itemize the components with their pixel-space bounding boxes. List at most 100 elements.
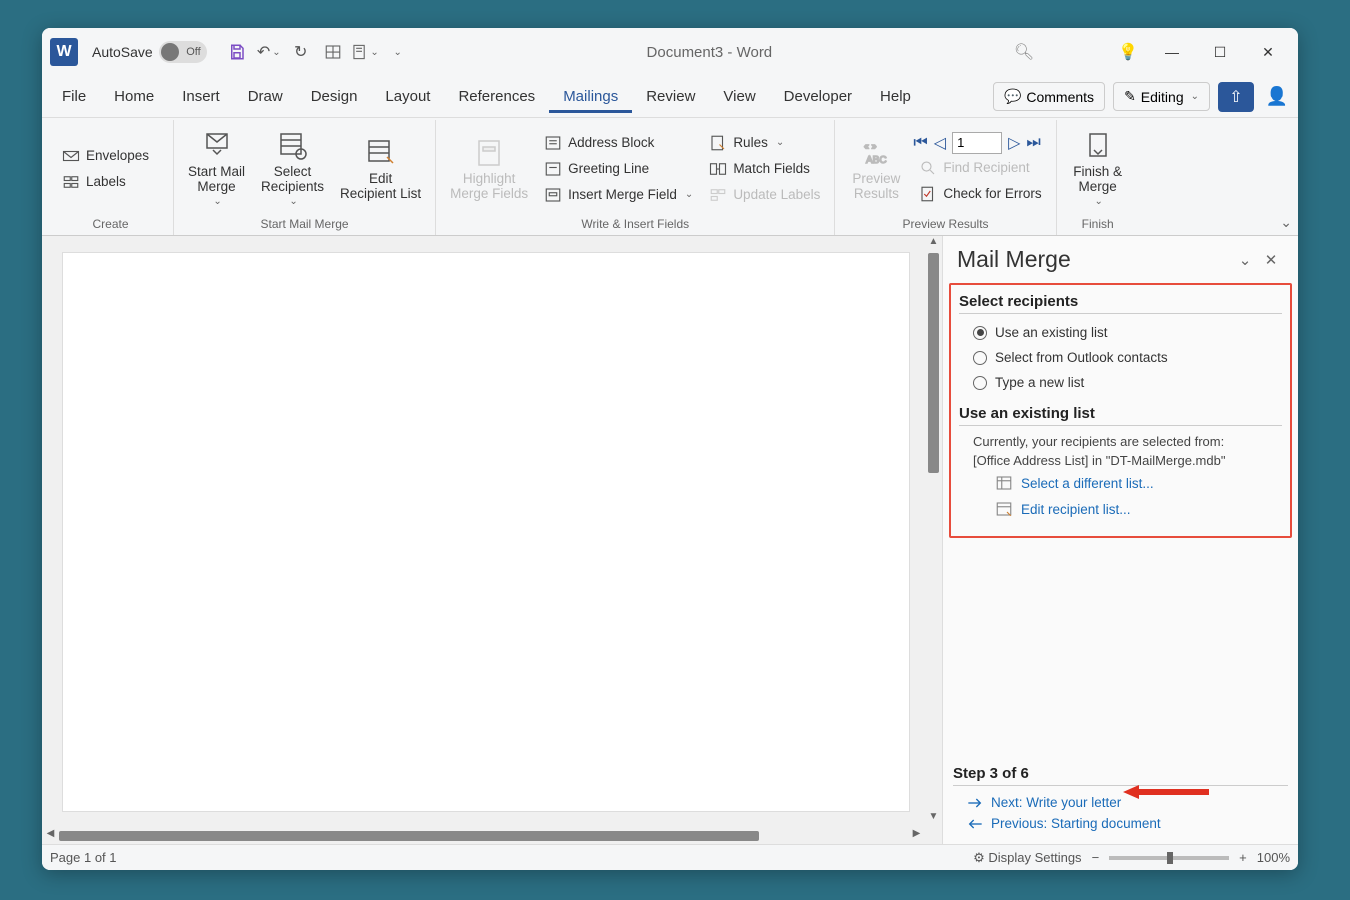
help-lightbulb-icon[interactable]: 💡 xyxy=(1112,36,1144,68)
taskpane-title: Mail Merge xyxy=(957,246,1232,273)
scroll-thumb[interactable] xyxy=(928,253,939,473)
radio-icon xyxy=(973,326,987,340)
tab-developer[interactable]: Developer xyxy=(770,80,866,113)
taskpane-close-icon[interactable]: ✕ xyxy=(1258,247,1284,273)
step-label: Step 3 of 6 xyxy=(953,765,1288,786)
address-block-button[interactable]: Address Block xyxy=(538,131,699,155)
scroll-left-icon[interactable]: ◀ xyxy=(42,828,59,844)
radio-use-existing-list[interactable]: Use an existing list xyxy=(959,320,1282,345)
radio-icon xyxy=(973,376,987,390)
greeting-line-button[interactable]: Greeting Line xyxy=(538,157,699,181)
tab-draw[interactable]: Draw xyxy=(234,80,297,113)
ribbon: Envelopes Labels Create Start Mail Merge… xyxy=(42,118,1298,236)
group-label-start: Start Mail Merge xyxy=(182,215,427,233)
paragraph-icon[interactable]: ⌄ xyxy=(351,38,379,66)
quick-access-toolbar: ↶⌄ ↻ ⌄ ⌄ xyxy=(223,38,411,66)
labels-button[interactable]: Labels xyxy=(56,170,155,194)
minimize-button[interactable]: — xyxy=(1150,36,1194,68)
tab-review[interactable]: Review xyxy=(632,80,709,113)
annotation-arrow-icon xyxy=(1123,783,1209,801)
zoom-slider[interactable] xyxy=(1109,856,1229,860)
envelopes-button[interactable]: Envelopes xyxy=(56,144,155,168)
tab-home[interactable]: Home xyxy=(100,80,168,113)
link-next-step[interactable]: Next: Write your letter xyxy=(953,792,1288,813)
qat-customize-icon[interactable]: ⌄ xyxy=(383,38,411,66)
radio-outlook-contacts[interactable]: Select from Outlook contacts xyxy=(959,345,1282,370)
search-icon[interactable]: 🔍︎ xyxy=(1008,36,1040,68)
page-status[interactable]: Page 1 of 1 xyxy=(50,850,117,865)
autosave-label: AutoSave xyxy=(92,44,153,60)
radio-icon xyxy=(973,351,987,365)
tab-insert[interactable]: Insert xyxy=(168,80,234,113)
zoom-level[interactable]: 100% xyxy=(1257,850,1290,865)
select-recipients-button[interactable]: Select Recipients⌄ xyxy=(255,128,330,209)
taskpane-dropdown-icon[interactable]: ⌄ xyxy=(1232,247,1258,273)
last-record-icon[interactable]: ⏭ xyxy=(1026,134,1040,152)
ribbon-tabs: File Home Insert Draw Design Layout Refe… xyxy=(42,76,1298,118)
statusbar: Page 1 of 1 ⚙ Display Settings − + 100% xyxy=(42,844,1298,870)
start-mail-merge-button[interactable]: Start Mail Merge⌄ xyxy=(182,128,251,209)
next-record-icon[interactable]: ▷ xyxy=(1008,133,1020,153)
tab-view[interactable]: View xyxy=(709,80,769,113)
update-labels-button: Update Labels xyxy=(703,183,826,207)
record-number-field[interactable] xyxy=(952,132,1002,154)
display-settings-button[interactable]: ⚙ Display Settings xyxy=(973,850,1082,866)
editing-mode-button[interactable]: ✎ Editing ⌄ xyxy=(1113,82,1210,111)
annotation-highlight-box: Select recipients Use an existing list S… xyxy=(949,283,1292,538)
titlebar: W AutoSave Off ↶⌄ ↻ ⌄ ⌄ Document3 - Word… xyxy=(42,28,1298,76)
scroll-up-icon[interactable]: ▲ xyxy=(925,236,942,253)
find-recipient-button[interactable]: Find Recipient xyxy=(913,156,1047,180)
group-label-write: Write & Insert Fields xyxy=(444,215,826,233)
info-list-name: [Office Address List] in "DT-MailMerge.m… xyxy=(959,451,1282,470)
section-use-existing-list: Use an existing list xyxy=(959,405,1282,426)
zoom-out-button[interactable]: − xyxy=(1092,850,1100,865)
app-window: W AutoSave Off ↶⌄ ↻ ⌄ ⌄ Document3 - Word… xyxy=(42,28,1298,870)
svg-text:ABC: ABC xyxy=(866,155,887,166)
tab-help[interactable]: Help xyxy=(866,80,925,113)
maximize-button[interactable]: ☐ xyxy=(1198,36,1242,68)
tab-design[interactable]: Design xyxy=(297,80,372,113)
prev-record-icon[interactable]: ◁ xyxy=(934,133,946,153)
finish-merge-button[interactable]: Finish & Merge⌄ xyxy=(1065,128,1131,209)
check-for-errors-button[interactable]: Check for Errors xyxy=(913,182,1047,206)
link-select-different-list[interactable]: Select a different list... xyxy=(959,470,1282,496)
table-icon[interactable] xyxy=(319,38,347,66)
mail-merge-task-pane: Mail Merge ⌄ ✕ Select recipients Use an … xyxy=(942,236,1298,844)
document-page[interactable] xyxy=(62,252,910,812)
toggle-switch[interactable]: Off xyxy=(159,41,207,63)
share-button[interactable]: ⇧ xyxy=(1218,82,1254,112)
link-previous-step[interactable]: Previous: Starting document xyxy=(953,813,1288,834)
tab-references[interactable]: References xyxy=(444,80,549,113)
group-label-create: Create xyxy=(56,215,165,233)
scroll-thumb-h[interactable] xyxy=(59,831,759,841)
link-edit-recipient-list[interactable]: Edit recipient list... xyxy=(959,496,1282,522)
document-title: Document3 - Word xyxy=(417,44,1002,61)
zoom-in-button[interactable]: + xyxy=(1239,850,1247,865)
redo-icon[interactable]: ↻ xyxy=(287,38,315,66)
group-label-preview: Preview Results xyxy=(843,215,1047,233)
document-area: ▲ ▼ ◀ ▶ xyxy=(42,236,942,844)
svg-text:« »: « » xyxy=(864,141,877,151)
autosave-toggle[interactable]: AutoSave Off xyxy=(92,41,207,63)
undo-icon[interactable]: ↶⌄ xyxy=(255,38,283,66)
first-record-icon[interactable]: ⏮ xyxy=(913,134,927,152)
comments-button[interactable]: 💬 Comments xyxy=(993,82,1105,111)
edit-recipient-list-button[interactable]: Edit Recipient List xyxy=(334,135,427,203)
insert-merge-field-button[interactable]: Insert Merge Field⌄ xyxy=(538,183,699,207)
tab-layout[interactable]: Layout xyxy=(371,80,444,113)
collapse-ribbon-icon[interactable]: ⌄ xyxy=(1280,214,1292,231)
preview-results-button[interactable]: « »ABC Preview Results xyxy=(843,135,909,203)
horizontal-scrollbar[interactable]: ◀ ▶ xyxy=(42,828,925,844)
tab-mailings[interactable]: Mailings xyxy=(549,80,632,113)
scroll-right-icon[interactable]: ▶ xyxy=(908,828,925,844)
close-button[interactable]: ✕ xyxy=(1246,36,1290,68)
match-fields-button[interactable]: Match Fields xyxy=(703,157,826,181)
vertical-scrollbar[interactable]: ▲ ▼ xyxy=(925,236,942,828)
tab-file[interactable]: File xyxy=(48,80,100,113)
account-icon[interactable]: 👤 xyxy=(1262,82,1292,112)
group-label-finish: Finish xyxy=(1065,215,1131,233)
radio-type-new-list[interactable]: Type a new list xyxy=(959,370,1282,395)
scroll-down-icon[interactable]: ▼ xyxy=(925,811,942,828)
save-icon[interactable] xyxy=(223,38,251,66)
rules-button[interactable]: Rules⌄ xyxy=(703,131,826,155)
